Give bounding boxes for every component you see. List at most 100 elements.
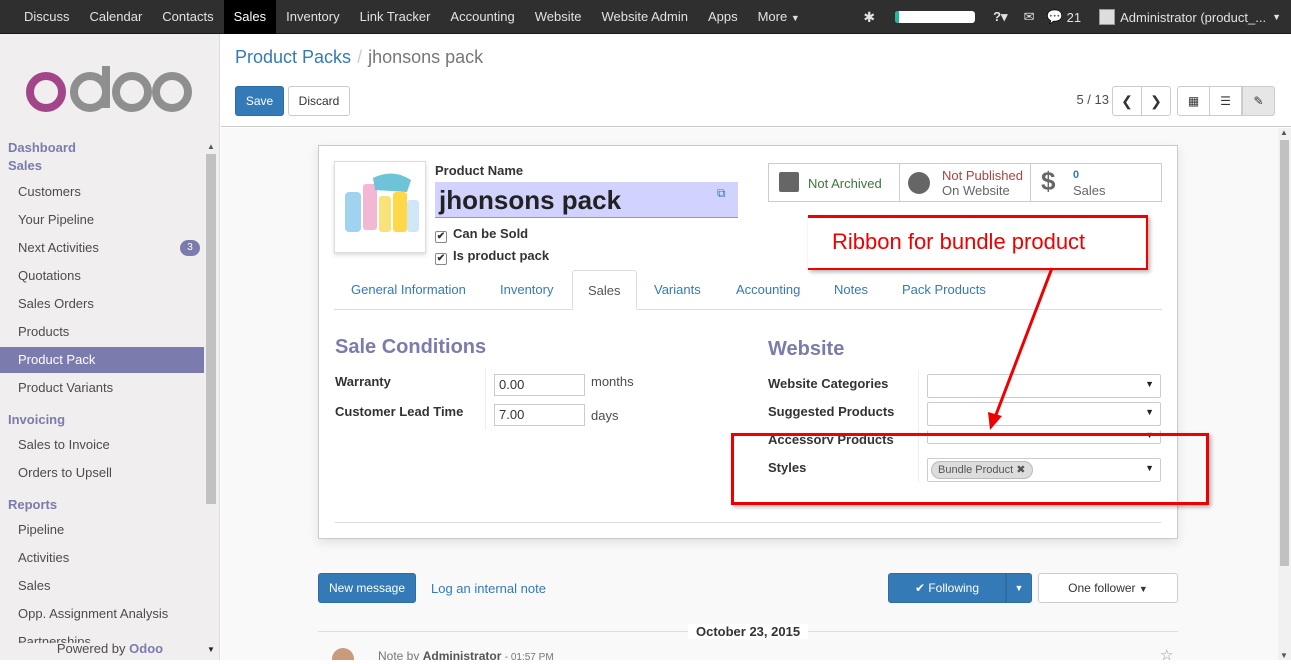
menu-contacts[interactable]: Contacts <box>152 0 223 34</box>
caret-down-icon: ▼ <box>1145 379 1154 389</box>
sidebar-scrollbar[interactable]: ▲ ▼ <box>205 142 217 654</box>
lead-time-label: Customer Lead Time <box>335 404 464 419</box>
avatar[interactable] <box>1099 9 1116 25</box>
list-view-button[interactable]: ☰ <box>1209 86 1242 116</box>
new-message-button[interactable]: New message <box>318 573 416 603</box>
discard-button[interactable]: Discard <box>288 86 350 116</box>
sidebar-item-next-activities[interactable]: Next Activities 3 <box>0 235 204 261</box>
translate-icon[interactable]: ⧉ <box>717 186 726 201</box>
can-be-sold-checkbox[interactable]: ✔ <box>435 231 447 243</box>
tab-general-information[interactable]: General Information <box>336 270 481 310</box>
is-product-pack-checkbox[interactable]: ✔ <box>435 253 447 265</box>
sidebar-item-sales-report[interactable]: Sales <box>0 573 204 599</box>
menu-inventory[interactable]: Inventory <box>276 0 349 34</box>
can-be-sold-row: ✔ Can be Sold <box>435 226 528 243</box>
chat-icon[interactable]: 💬 <box>1046 9 1062 25</box>
edit-icon: ✎ <box>1253 94 1264 108</box>
menu-more[interactable]: More ▼ <box>748 0 810 34</box>
star-icon[interactable]: ☆ <box>1160 646 1173 664</box>
bug-icon[interactable]: ✱ <box>863 9 875 26</box>
sidebar-section-reports[interactable]: Reports <box>8 497 57 512</box>
follow-options-button[interactable]: ▼ <box>1006 573 1032 603</box>
sidebar-item-pipeline[interactable]: Pipeline <box>0 517 204 543</box>
sidebar-item-your-pipeline[interactable]: Your Pipeline <box>0 207 204 233</box>
menu-website-admin[interactable]: Website Admin <box>591 0 697 34</box>
archive-toggle-button[interactable]: Not Archived <box>768 163 900 202</box>
tab-notes[interactable]: Notes <box>819 270 883 310</box>
product-image[interactable] <box>334 161 426 253</box>
sidebar-item-products[interactable]: Products <box>0 319 204 345</box>
form-view-button[interactable]: ✎ <box>1242 86 1275 116</box>
count-badge: 3 <box>180 240 200 256</box>
messages-count[interactable]: 21 <box>1067 10 1081 25</box>
breadcrumb: Product Packs / jhonsons pack <box>235 47 483 68</box>
menu-discuss[interactable]: Discuss <box>14 0 80 34</box>
menu-calendar[interactable]: Calendar <box>80 0 153 34</box>
scroll-down-icon[interactable]: ▼ <box>1280 651 1288 660</box>
sidebar-item-opp-assignment[interactable]: Opp. Assignment Analysis <box>0 601 204 627</box>
menu-apps[interactable]: Apps <box>698 0 748 34</box>
lead-time-unit: days <box>591 408 619 423</box>
warranty-input[interactable]: 0.00 <box>494 374 585 396</box>
annotation-arrow <box>988 267 1054 430</box>
breadcrumb-parent[interactable]: Product Packs <box>235 47 351 67</box>
followers-button[interactable]: One follower ▼ <box>1038 573 1178 603</box>
menu-website[interactable]: Website <box>525 0 592 34</box>
sidebar-item-product-variants[interactable]: Product Variants <box>0 375 204 401</box>
pager-value[interactable]: 5 / 13 <box>1076 92 1109 107</box>
mail-icon[interactable]: ✉ <box>1024 9 1035 25</box>
help-icon[interactable]: ?▾ <box>993 9 1007 25</box>
sidebar-item-customers[interactable]: Customers <box>0 179 204 205</box>
menu-link-tracker[interactable]: Link Tracker <box>350 0 441 34</box>
user-name[interactable]: Administrator (product_... <box>1120 10 1266 25</box>
sidebar-item-orders-to-upsell[interactable]: Orders to Upsell <box>0 460 204 486</box>
sales-stat-button[interactable]: $ 0 Sales <box>1030 163 1162 202</box>
sidebar-item-sales-to-invoice[interactable]: Sales to Invoice <box>0 432 204 458</box>
sale-conditions-title: Sale Conditions <box>335 336 487 358</box>
warranty-unit: months <box>591 374 634 389</box>
previous-record-button[interactable]: ❮ <box>1112 86 1142 116</box>
scrollbar-thumb[interactable] <box>1280 140 1289 566</box>
publish-status-sub: On Website <box>942 183 1010 198</box>
sidebar-item-product-pack[interactable]: Product Pack <box>0 347 204 373</box>
following-button[interactable]: ✔ Following <box>888 573 1006 603</box>
menu-accounting[interactable]: Accounting <box>440 0 524 34</box>
is-product-pack-label: Is product pack <box>453 248 550 263</box>
tab-accounting[interactable]: Accounting <box>721 270 815 310</box>
product-name-input[interactable]: jhonsons pack <box>435 182 738 218</box>
caret-down-icon[interactable]: ▼ <box>1272 12 1281 22</box>
tab-inventory[interactable]: Inventory <box>485 270 568 310</box>
scroll-up-icon[interactable]: ▲ <box>1280 128 1288 137</box>
top-navbar: Discuss Calendar Contacts Sales Inventor… <box>0 0 1291 34</box>
scrollbar-thumb[interactable] <box>206 154 216 504</box>
is-product-pack-row: ✔ Is product pack <box>435 248 549 265</box>
followers-label: One follower <box>1068 581 1136 595</box>
chevron-left-icon: ❮ <box>1121 93 1133 109</box>
sidebar-item-label: Next Activities <box>18 240 99 255</box>
note-author[interactable]: Administrator <box>423 649 502 660</box>
odoo-logo <box>26 66 192 112</box>
sidebar-section-sales[interactable]: Sales <box>8 158 42 173</box>
menu-sales[interactable]: Sales <box>223 0 277 34</box>
sidebar-section-dashboard[interactable]: Dashboard <box>8 140 76 155</box>
warranty-label: Warranty <box>335 374 391 389</box>
kanban-view-button[interactable]: ▦ <box>1177 86 1210 116</box>
message-header: Note by Administrator - 01:57 PM <box>378 649 554 660</box>
tab-sales[interactable]: Sales <box>572 270 637 310</box>
save-button[interactable]: Save <box>235 86 284 116</box>
sidebar-item-quotations[interactable]: Quotations <box>0 263 204 289</box>
sidebar-item-sales-orders[interactable]: Sales Orders <box>0 291 204 317</box>
sidebar-section-invoicing[interactable]: Invoicing <box>8 412 65 427</box>
annotation-highlight-box <box>731 433 1209 505</box>
next-record-button[interactable]: ❯ <box>1141 86 1171 116</box>
sidebar-item-activities[interactable]: Activities <box>0 545 204 571</box>
powered-by-brand[interactable]: Odoo <box>129 641 163 656</box>
scroll-up-icon[interactable]: ▲ <box>207 142 215 151</box>
log-note-link[interactable]: Log an internal note <box>431 581 546 596</box>
main-scrollbar[interactable]: ▲ ▼ <box>1278 128 1291 660</box>
chevron-right-icon: ❯ <box>1150 93 1162 109</box>
tab-variants[interactable]: Variants <box>639 270 716 310</box>
lead-time-input[interactable]: 7.00 <box>494 404 585 426</box>
publish-toggle-button[interactable]: Not Published On Website <box>899 163 1031 202</box>
note-time: - 01:57 PM <box>504 652 554 660</box>
